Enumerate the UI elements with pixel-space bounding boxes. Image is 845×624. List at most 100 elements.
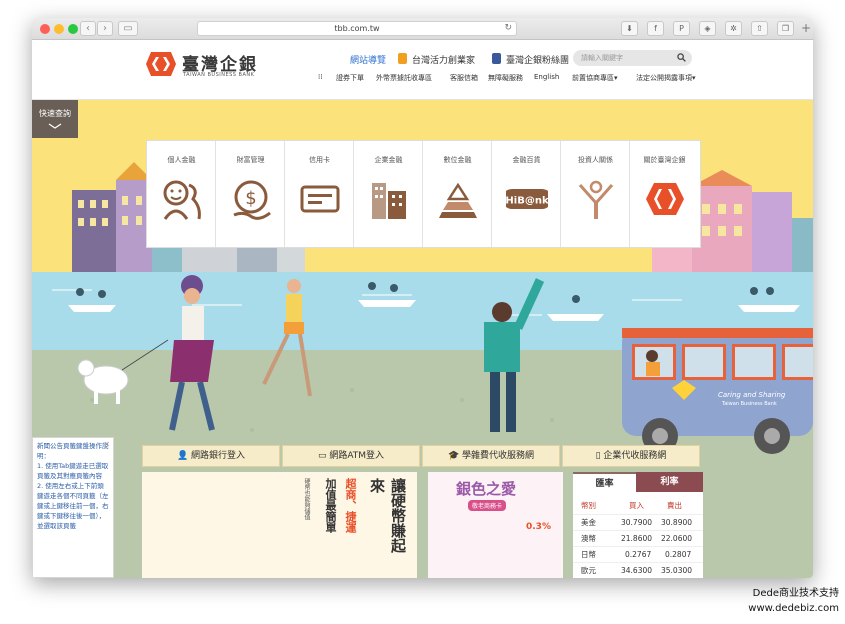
rate-currency: 澳幣 (581, 534, 596, 543)
person-cheering-icon (578, 180, 614, 219)
browser-window: ‹ › ▭ tbb.com.tw ↻ ⬇ f P ◈ ✲ ⇧ ❐ + 臺灣企銀 … (32, 18, 813, 578)
screen: ‹ › ▭ tbb.com.tw ↻ ⬇ f P ◈ ✲ ⇧ ❐ + 臺灣企銀 … (0, 0, 845, 624)
credit-card-icon (300, 185, 340, 213)
promo1-tag: 硬幣也能夠儲值 (303, 478, 310, 520)
subnav-item-english[interactable]: English (534, 73, 559, 81)
menu-item-credit-card[interactable]: 信用卡 (285, 141, 354, 247)
card-icon: ▭ (317, 451, 330, 461)
ebank-login-label: 網路銀行登入 (191, 451, 246, 461)
main-menu: 個人金融 財富管理 $ 信用卡 企業金融 數位金融 金融百貨 HiB@nk 投資… (146, 140, 701, 248)
sidebar-toggle-button[interactable]: ▭ (118, 21, 138, 36)
menu-item-label: 信用卡 (309, 156, 330, 164)
keyboard-notice-panel: ✕ 新聞公告頁籤鍵盤操作說明： 1. 使用Tab鍵遊走已選取頁籤及其對應頁籤內容… (32, 437, 114, 578)
building-icon (372, 183, 406, 219)
corporate-collection-button[interactable]: ▯ 企業代收服務網 (562, 445, 700, 467)
brand-logo[interactable]: 臺灣企銀 TAIWAN BUSINESS BANK (146, 50, 276, 84)
close-window-button[interactable] (40, 24, 50, 34)
notice-line-2: 2. 使用左右或上下前頭鍵遊走各個不同頁籤（左鍵或上鍵移往前一個，右鍵或下鍵移往… (37, 482, 109, 530)
tuition-service-button[interactable]: 🎓 學雜費代收服務網 (422, 445, 560, 467)
search-input[interactable]: 請輸入關鍵字 (573, 50, 692, 66)
menu-item-label: 金融百貨 (512, 156, 541, 164)
menu-item-investor[interactable]: 投資人關係 (561, 141, 630, 247)
rate-currency: 美金 (581, 518, 596, 527)
share-icon[interactable]: ⇧ (751, 21, 768, 36)
people-icon (163, 180, 201, 220)
hibank-icon: HiB@nk (506, 189, 548, 209)
corporate-collection-label: 企業代收服務網 (603, 451, 667, 461)
zoom-window-button[interactable] (68, 24, 78, 34)
sitemap-link[interactable]: 網站導覽 (350, 53, 386, 66)
menu-item-wealth[interactable]: 財富管理 $ (216, 141, 285, 247)
tab-interest-rate[interactable]: 利率 (636, 472, 703, 492)
ebank-login-button[interactable]: 👤 網路銀行登入 (142, 445, 280, 467)
bus-slogan: Caring and Sharing (718, 391, 786, 399)
user-icon: 👤 (176, 451, 192, 461)
menu-item-corporate[interactable]: 企業金融 (354, 141, 423, 247)
rate-row: 美金 30.7900 30.8900 (573, 514, 703, 530)
address-bar[interactable]: tbb.com.tw ↻ (197, 21, 517, 36)
notice-line-1: 1. 使用Tab鍵遊走已選取頁籤及其對應頁籤內容 (37, 462, 109, 480)
watermark-line-2: www.dedebiz.com (748, 603, 839, 614)
minimize-window-button[interactable] (54, 24, 64, 34)
fanpage-link[interactable]: 臺灣企銀粉絲團 (506, 53, 569, 66)
col-buy: 買入 (629, 501, 644, 510)
notice-title: 新聞公告頁籤鍵盤操作說明： (37, 442, 109, 460)
search-placeholder: 請輸入關鍵字 (581, 54, 623, 62)
rates-panel: 匯率 利率 幣別 買入 賣出 美金 30.7900 30.8900 澳幣 21.… (573, 472, 703, 578)
new-tab-button[interactable]: + (799, 22, 813, 36)
rate-row: 歐元 34.6300 35.0300 (573, 562, 703, 578)
rate-sell: 0.2807 (665, 550, 692, 559)
rate-currency: 日幣 (581, 550, 596, 559)
subnav-item-service-mail[interactable]: 客服信箱 (450, 73, 478, 83)
promo2-rate: 0.3% (526, 522, 551, 532)
startup-link-icon (398, 53, 410, 64)
forward-button[interactable]: › (97, 21, 113, 36)
subnav-item-disclosure[interactable]: 法定公開揭露事項▾ (636, 73, 696, 83)
quick-query-label: 快速查詢 (39, 109, 71, 118)
promo-banner-silver-love[interactable]: 銀色之愛 敬老商務卡 0.3% (428, 472, 563, 578)
tabs-icon[interactable]: ❐ (777, 21, 794, 36)
font-icon[interactable]: f (647, 21, 664, 36)
menu-item-label: 個人金融 (167, 156, 196, 164)
facebook-icon (492, 53, 504, 64)
menu-item-personal[interactable]: 個人金融 (147, 141, 216, 247)
svg-text:HiB@nk: HiB@nk (506, 196, 548, 207)
menu-item-label: 關於臺灣企銀 (643, 156, 686, 164)
rate-buy: 34.6300 (621, 566, 653, 575)
tuition-service-label: 學雜費代收服務網 (462, 451, 535, 461)
quick-links-bar: 👤 網路銀行登入 ▭ 網路ATM登入 🎓 學雜費代收服務網 ▯ 企業代收服務網 (142, 445, 702, 467)
subnav-item-securities[interactable]: 證券下單 (336, 73, 364, 83)
url-text: tbb.com.tw (334, 24, 380, 33)
rates-header: 幣別 買入 賣出 (573, 500, 703, 512)
subnav-item-accessibility[interactable]: 無障礙服務 (488, 73, 523, 83)
menu-item-about[interactable]: 關於臺灣企銀 (630, 141, 699, 247)
quick-query-button[interactable]: 快速查詢 (32, 100, 78, 138)
search-icon[interactable] (677, 53, 686, 62)
rate-row: 日幣 0.2767 0.2807 (573, 546, 703, 562)
tab-exchange-rate[interactable]: 匯率 (573, 472, 636, 492)
reload-icon[interactable]: ↻ (504, 22, 512, 35)
subnav-item-fx-bills[interactable]: 外幣票據託收專區 (376, 73, 432, 83)
promo-banner-coins[interactable]: 讓硬幣賺起來 超商、捷運 加值最簡單 硬幣也能夠儲值 (142, 472, 417, 578)
atm-login-button[interactable]: ▭ 網路ATM登入 (282, 445, 420, 467)
graduation-cap-icon: 🎓 (447, 451, 463, 461)
page-viewport: 臺灣企銀 TAIWAN BUSINESS BANK 網站導覽 台灣活力創業家 臺… (32, 41, 813, 578)
close-icon[interactable]: ✕ (103, 440, 110, 450)
pinterest-icon[interactable]: P (673, 21, 690, 36)
shield-icon[interactable]: ◈ (699, 21, 716, 36)
rate-buy: 0.2767 (625, 550, 652, 559)
atm-login-label: 網路ATM登入 (329, 451, 385, 461)
menu-item-digital[interactable]: 數位金融 (423, 141, 492, 247)
watermark: Dede商业技术支持 www.dedebiz.com (748, 586, 839, 616)
startup-link[interactable]: 台灣活力創業家 (412, 53, 475, 66)
brand-mark-icon (646, 183, 684, 215)
col-sell: 賣出 (667, 501, 682, 510)
subnav-item-negotiation[interactable]: 前置協商專區▾ (572, 73, 618, 83)
rate-buy: 21.8600 (621, 534, 653, 543)
menu-item-mall[interactable]: 金融百貨 HiB@nk (492, 141, 561, 247)
extension-icon[interactable]: ✲ (725, 21, 742, 36)
grid-icon[interactable]: ⁞⁞ (318, 73, 322, 81)
back-button[interactable]: ‹ (80, 21, 96, 36)
menu-item-label: 投資人關係 (578, 156, 613, 164)
download-icon[interactable]: ⬇ (621, 21, 638, 36)
